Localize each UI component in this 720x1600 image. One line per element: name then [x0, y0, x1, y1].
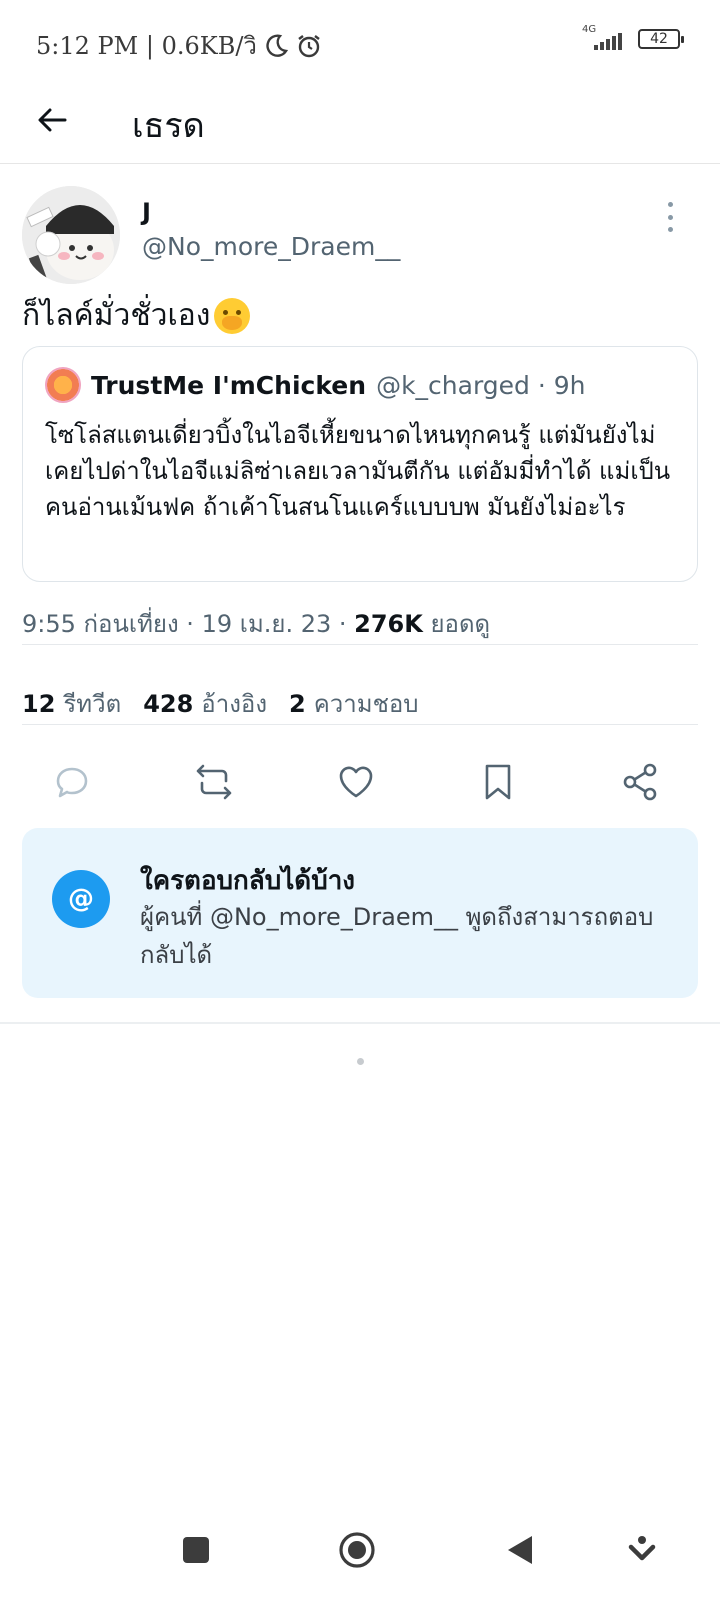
status-right: 4G 42: [582, 24, 684, 52]
more-dot: [667, 227, 673, 232]
user-handle[interactable]: @No_more_Draem__: [142, 232, 400, 261]
square-icon: [183, 1537, 209, 1563]
reply-restriction-title: ใครตอบกลับได้บ้าง: [140, 866, 355, 896]
quote-stat[interactable]: 428 อ้างอิง: [143, 684, 267, 723]
view-count: 276K: [354, 610, 423, 638]
triangle-back-icon: [508, 1536, 532, 1564]
back-nav-button[interactable]: [496, 1526, 544, 1574]
display-name[interactable]: J: [142, 198, 151, 226]
tweet-timestamp: 9:55 ก่อนเที่ยง · 19 เม.ย. 23 ·: [22, 610, 355, 638]
avatar[interactable]: [22, 186, 120, 284]
quote-label: อ้างอิง: [201, 690, 268, 718]
view-label: ยอดดู: [422, 610, 491, 638]
tweet-text: ก็ไลค์มั่วชั่วเอง: [22, 292, 251, 339]
like-label: ความชอบ: [313, 690, 419, 718]
divider: [22, 644, 698, 645]
assistant-button[interactable]: [618, 1526, 666, 1574]
retweet-label: รีทวีต: [63, 690, 122, 718]
retweet-stat[interactable]: 12 รีทวีต: [22, 684, 121, 723]
divider: [22, 724, 698, 725]
retweet-button[interactable]: [192, 760, 236, 804]
mention-icon: @: [52, 870, 110, 928]
quoted-display-name: TrustMe I'mChicken: [91, 370, 367, 400]
top-app-bar: เธรด: [0, 80, 720, 164]
tweet-text-content: ก็ไลค์มั่วชั่วเอง: [22, 298, 211, 333]
retweet-count: 12: [22, 690, 56, 718]
quoted-avatar: [45, 367, 81, 403]
recents-button[interactable]: [172, 1526, 220, 1574]
status-left: 5:12 PM | 0.6KB/วิ: [36, 26, 323, 65]
battery-level: 42: [650, 31, 668, 47]
like-stat[interactable]: 2 ความชอบ: [289, 684, 418, 723]
home-button[interactable]: [333, 1526, 381, 1574]
share-icon: [623, 763, 657, 801]
reply-restriction-description: ผู้คนที่ @No_more_Draem__ พูดถึงสามารถตอ…: [140, 903, 654, 969]
alarm-icon: [298, 34, 320, 57]
like-button[interactable]: [334, 760, 378, 804]
loading-indicator: [357, 1058, 364, 1065]
divider: [0, 1022, 720, 1024]
signal-icon: 4G: [582, 24, 626, 52]
share-button[interactable]: [618, 760, 662, 804]
quote-count: 428: [143, 690, 194, 718]
page-title: เธรด: [132, 106, 205, 146]
face-with-hand-over-mouth-icon: [214, 297, 251, 334]
reply-button[interactable]: [50, 760, 94, 804]
battery-icon: 42: [638, 29, 684, 49]
navigation-bar: [0, 1500, 720, 1600]
tweet-meta: 9:55 ก่อนเที่ยง · 19 เม.ย. 23 · 276K ยอด…: [22, 604, 490, 643]
like-count: 2: [289, 690, 306, 718]
retweet-icon: [196, 764, 232, 800]
status-time: 5:12 PM | 0.6KB/วิ: [36, 32, 257, 60]
back-button[interactable]: [28, 96, 76, 144]
reply-icon: [56, 767, 88, 798]
bookmark-icon: [485, 764, 511, 800]
tweet-actions: [0, 744, 720, 816]
tweet-stats: 12 รีทวีต 428 อ้างอิง 2 ความชอบ: [22, 684, 419, 723]
avatar-image: [22, 186, 120, 284]
home-circle-icon: [339, 1532, 375, 1568]
quoted-tweet[interactable]: TrustMe I'mChicken @k_charged · 9h โซโล่…: [22, 346, 698, 582]
status-bar: 5:12 PM | 0.6KB/วิ 4G 42: [0, 0, 720, 80]
moon-icon: [266, 33, 288, 57]
arrow-left-icon: [38, 108, 67, 132]
quoted-tweet-text: โซโล่สแตนเดี่ยวบิ้งในไอจีเหี้ยขนาดไหนทุก…: [45, 421, 671, 521]
heart-icon: [339, 766, 373, 798]
more-dot: [667, 214, 673, 220]
reply-restriction-box: @ ใครตอบกลับได้บ้าง ผู้คนที่ @No_more_Dr…: [22, 828, 698, 998]
more-dot: [667, 202, 673, 207]
quoted-handle-time: @k_charged · 9h: [376, 370, 586, 400]
quoted-tweet-header: TrustMe I'mChicken @k_charged · 9h: [45, 367, 586, 403]
more-options-button[interactable]: [658, 202, 682, 232]
chevron-down-icon: [628, 1536, 656, 1561]
bookmark-button[interactable]: [476, 760, 520, 804]
